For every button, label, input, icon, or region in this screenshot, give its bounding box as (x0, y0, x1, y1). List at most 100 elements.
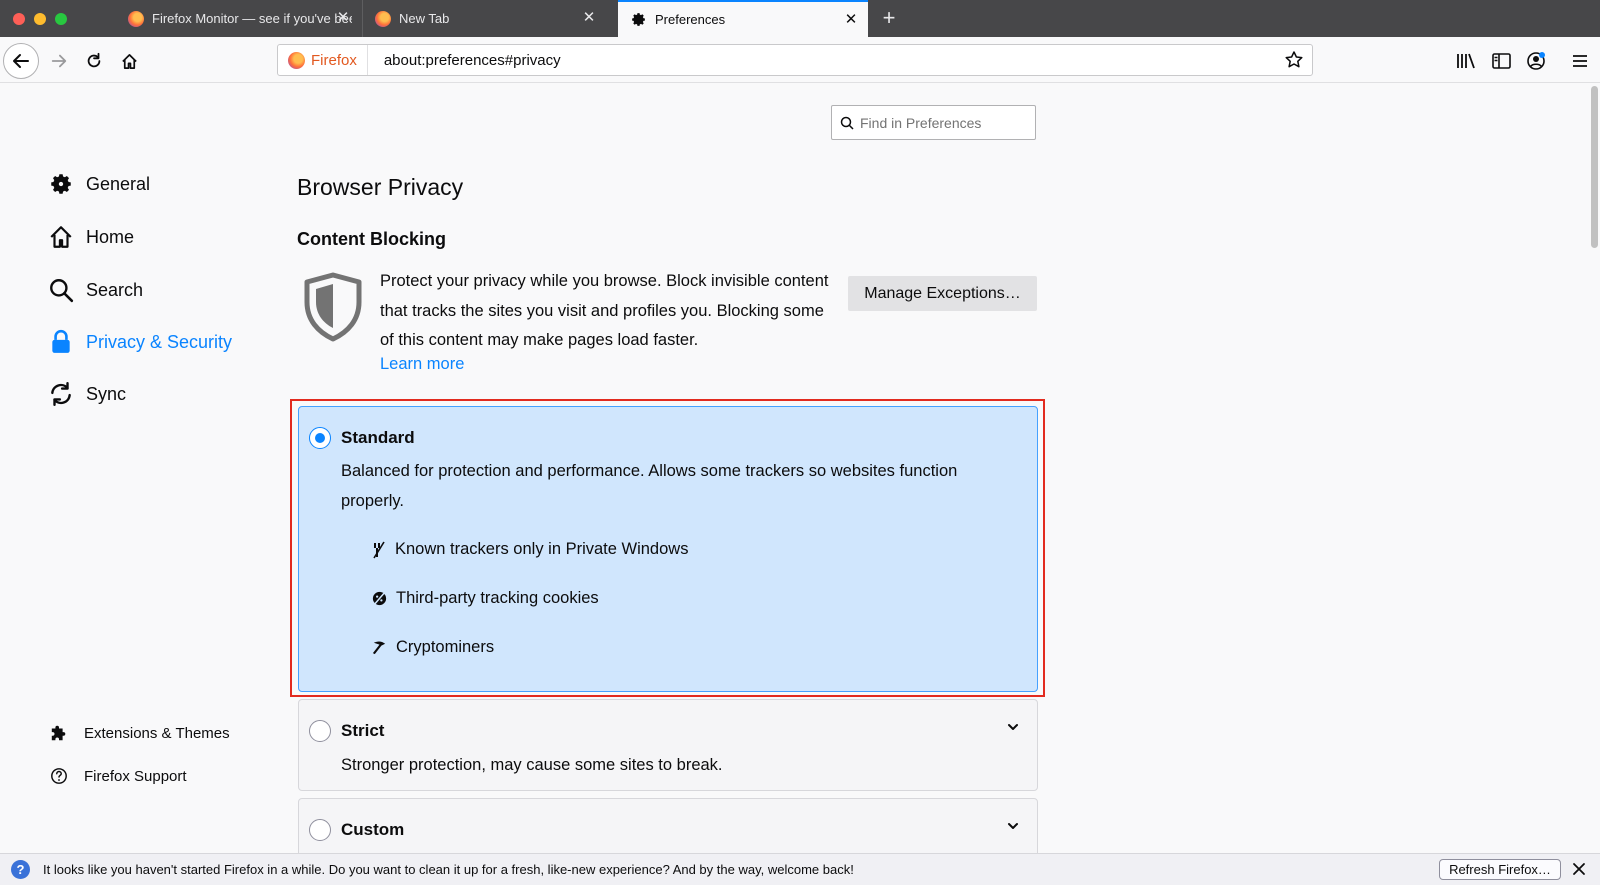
option-custom[interactable]: Custom (298, 798, 1038, 858)
find-in-preferences[interactable] (831, 105, 1036, 140)
lock-icon (52, 329, 70, 353)
new-tab-button[interactable]: + (876, 5, 902, 31)
scrollbar[interactable] (1589, 84, 1600, 853)
star-icon[interactable] (1284, 50, 1304, 70)
scrollbar-thumb[interactable] (1591, 86, 1598, 248)
list-item-label: Known trackers only in Private Windows (395, 540, 689, 558)
arrow-right-icon (51, 54, 67, 68)
search-input[interactable] (860, 114, 1030, 131)
tab-title: New Tab (399, 11, 450, 26)
sidebar-item-label: Extensions & Themes (84, 724, 230, 742)
sidebar-item-label: Privacy & Security (86, 331, 233, 352)
tab-close-icon[interactable]: ✕ (842, 11, 860, 29)
back-button[interactable] (3, 43, 39, 79)
chevron-down-icon[interactable] (1005, 818, 1021, 834)
account-icon (1527, 52, 1545, 70)
option-description: Stronger protection, may cause some site… (341, 756, 723, 774)
custom-radio[interactable] (309, 819, 331, 841)
window-close-button[interactable] (13, 13, 25, 25)
tab-preferences[interactable]: Preferences ✕ (618, 0, 868, 37)
home-icon (50, 226, 72, 248)
sidebar-item-label: Search (86, 279, 144, 300)
sidebar-toggle-button[interactable] (1490, 50, 1512, 72)
cookie-icon (372, 591, 387, 606)
sidebar-item-firefox-support[interactable]: Firefox Support (50, 767, 187, 785)
option-strict[interactable]: Strict Stronger protection, may cause so… (298, 699, 1038, 791)
home-icon (121, 53, 137, 69)
sidebar-item-sync[interactable]: Sync (48, 381, 126, 407)
sidebar-item-label: Sync (86, 383, 127, 404)
list-item: Third-party tracking cookies (371, 589, 599, 608)
window-minimize-button[interactable] (34, 13, 46, 25)
option-label: Custom (341, 820, 405, 839)
firefox-icon (375, 10, 391, 27)
sidebar-item-label: General (86, 173, 151, 194)
preferences-content: General Home Search Privacy & Security S… (0, 84, 1600, 858)
option-label: Standard (341, 428, 415, 447)
list-item-label: Third-party tracking cookies (396, 589, 599, 607)
standard-radio[interactable] (309, 427, 331, 449)
refresh-firefox-button[interactable]: Refresh Firefox… (1439, 859, 1561, 880)
close-icon[interactable] (1570, 860, 1588, 878)
content-blocking-description: Protect your privacy while you browse. B… (380, 272, 829, 349)
hamburger-menu-icon (1573, 55, 1587, 67)
chevron-down-icon[interactable] (1005, 719, 1021, 735)
option-standard[interactable]: Standard Balanced for protection and per… (298, 406, 1038, 692)
tab-title: Firefox Monitor — see if you've been par… (152, 11, 352, 26)
reload-icon (87, 52, 101, 68)
list-item-label: Cryptominers (396, 638, 495, 656)
help-icon (51, 768, 67, 784)
sidebar-item-extensions-themes[interactable]: Extensions & Themes (50, 724, 230, 742)
page-title: Browser Privacy (297, 174, 464, 200)
sidebar-item-home[interactable]: Home (48, 224, 134, 250)
option-description: Balanced for protection and performance.… (341, 462, 958, 510)
tab-title: Preferences (655, 12, 726, 27)
tab-close-icon[interactable]: ✕ (334, 9, 352, 27)
learn-more-link[interactable]: Learn more (380, 355, 464, 374)
sidebar-item-general[interactable]: General (48, 171, 150, 197)
arrow-left-icon (13, 54, 29, 68)
identity-box[interactable]: Firefox (278, 45, 368, 75)
home-button[interactable] (114, 46, 144, 76)
nav-bar: Firefox about:preferences#privacy (0, 37, 1600, 83)
notification-text: It looks like you haven't started Firefo… (43, 862, 854, 877)
list-item: Cryptominers (371, 638, 494, 657)
manage-exceptions-button[interactable]: Manage Exceptions… (848, 276, 1037, 311)
identity-label: Firefox (311, 51, 357, 69)
sidebar-item-privacy-security[interactable]: Privacy & Security (48, 329, 232, 355)
list-item: Known trackers only in Private Windows (371, 540, 688, 559)
tab-strip: Firefox Monitor — see if you've been par… (0, 0, 1600, 37)
reload-button[interactable] (79, 46, 109, 76)
search-icon (840, 116, 854, 130)
sidebar-item-search[interactable]: Search (48, 277, 143, 303)
sidebar-icon (1491, 53, 1511, 69)
search-icon (50, 279, 74, 303)
forward-button[interactable] (44, 46, 74, 76)
question-icon: ? (11, 860, 30, 879)
strict-radio[interactable] (309, 720, 331, 742)
menu-button[interactable] (1569, 50, 1591, 72)
section-title: Content Blocking (297, 229, 446, 249)
tab-new-tab[interactable]: New Tab ✕ (362, 0, 606, 37)
library-icon (1457, 53, 1475, 69)
notification-bar: ? It looks like you haven't started Fire… (0, 853, 1600, 885)
url-bar[interactable]: Firefox about:preferences#privacy (277, 44, 1313, 76)
tracker-icon (373, 541, 385, 558)
sidebar-item-label: Firefox Support (84, 767, 187, 785)
firefox-icon (288, 51, 305, 69)
firefox-icon (128, 10, 144, 27)
shield-icon (304, 272, 362, 342)
sync-icon (51, 381, 71, 407)
tab-close-icon[interactable]: ✕ (580, 9, 598, 27)
library-button[interactable] (1455, 50, 1477, 72)
account-button[interactable] (1525, 50, 1547, 72)
puzzle-icon (51, 725, 66, 741)
sidebar-item-label: Home (86, 226, 135, 247)
cryptominer-icon (372, 641, 386, 655)
gear-icon (51, 174, 71, 194)
option-label: Strict (341, 721, 385, 740)
gear-icon (632, 13, 645, 26)
tab-firefox-monitor[interactable]: Firefox Monitor — see if you've been par… (116, 0, 360, 37)
url-text[interactable]: about:preferences#privacy (384, 52, 561, 69)
window-zoom-button[interactable] (55, 13, 67, 25)
